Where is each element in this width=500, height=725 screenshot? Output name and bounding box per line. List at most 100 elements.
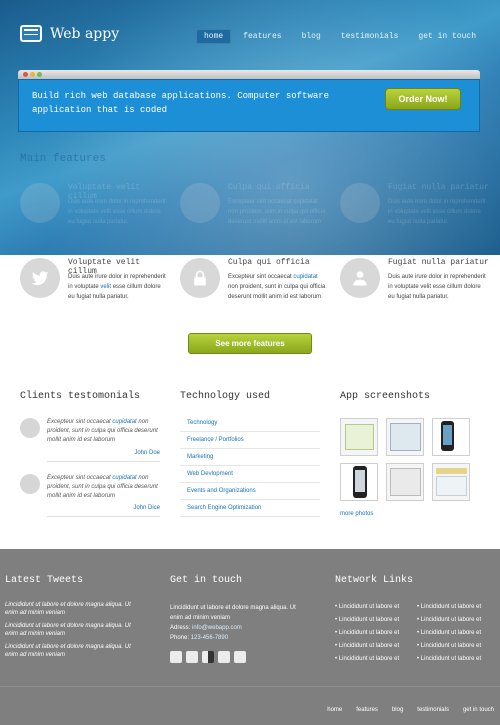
feature-ghost-title: Culpa qui officia [228,183,310,192]
quote-link[interactable]: cupidatat [112,475,136,481]
social-icon[interactable] [186,651,198,663]
technology-heading: Technology used [180,391,271,402]
window-maximize-dot [37,72,42,77]
footer-nav-home[interactable]: home [327,707,342,713]
screenshot-thumbnail[interactable] [340,418,378,456]
tweet: Lincididunt ut labore et dolore magna al… [5,602,131,616]
screenshot-thumbnail[interactable] [340,463,378,501]
feature-ghost-text: Duis aute irure dolor in reprehenderit i… [388,199,486,225]
footer-divider [0,686,500,687]
divider [47,461,160,462]
feature-ghost-title: Fugiat nulla pariatur [388,183,489,192]
banner-text: Build rich web database applications. Co… [32,91,330,115]
nav-home[interactable]: home [195,29,232,44]
twitter-icon[interactable] [234,651,246,663]
logo[interactable]: Web appy [20,25,119,42]
nav-get-in-touch[interactable]: get in touch [410,29,484,44]
get-in-touch-heading: Get in touch [170,575,243,586]
email-link[interactable]: info@webapp.com [192,625,242,631]
tech-link[interactable]: Marketing [180,449,320,466]
network-link[interactable]: Lincididunt ut labore et [335,602,417,612]
contact-info: Lincididunt ut labore et dolore magna al… [170,603,310,643]
quote-link[interactable]: cupidatat [112,419,136,425]
footer-nav-get-in-touch[interactable]: get in touch [463,707,494,713]
feature-ghost-text: Duis aute irure dolor in reprehenderit i… [68,199,166,225]
screenshots-heading: App screenshots [340,391,431,402]
see-more-features-button[interactable]: See more features [188,333,312,354]
contact-text: Lincididunt ut labore et dolore magna al… [170,605,296,621]
feature-title: Culpa qui officia [228,258,310,267]
rss-icon[interactable] [170,651,182,663]
main-features-heading: Main features [20,153,106,165]
testimonial-item: Excepteur sint occaecat cupidatat non pr… [20,474,160,520]
feature-card-3: Fugiat nulla pariatur Duis aute irure do… [340,258,490,318]
network-link[interactable]: Lincididunt ut labore et [417,654,495,664]
testimonial-author[interactable]: John Doe [134,450,160,456]
logo-text: Web appy [50,25,120,42]
social-icons [170,651,246,663]
network-link[interactable]: Lincididunt ut labore et [417,615,495,625]
feature-text: Excepteur sint occaecat cupidatat non pr… [228,274,326,300]
nav-features[interactable]: features [235,29,289,44]
screenshot-thumbnail[interactable] [432,463,470,501]
feature-text: Duis aute irure dolor in reprehenderit i… [68,274,166,300]
hero-section: Web appy home features blog testimonials… [0,0,500,255]
more-photos-link[interactable]: more photos [340,511,373,517]
nav-testimonials[interactable]: testimonials [333,29,407,44]
footer-nav: home features blog testimonials get in t… [327,707,494,713]
feature-card-2: Culpa qui officia Excepteur sint occaeca… [180,258,330,318]
network-link[interactable]: Lincididunt ut labore et [335,641,417,651]
delicious-icon[interactable] [202,651,214,663]
twitter-bird-icon [20,258,60,298]
order-now-button[interactable]: Order Now! [385,88,461,110]
latest-tweets-heading: Latest Tweets [5,575,84,586]
tech-link[interactable]: Search Engine Optimization [180,500,320,517]
top-nav: home features blog testimonials get in t… [195,29,484,44]
dribbble-icon[interactable] [218,651,230,663]
tweet: Lincididunt ut labore et dolore magna al… [5,623,131,637]
tech-link[interactable]: Events and Organizations [180,483,320,500]
screenshot-thumbnail[interactable] [432,418,470,456]
screenshot-thumbnail[interactable] [386,418,424,456]
network-link[interactable]: Lincididunt ut labore et [417,641,495,651]
avatar [20,418,40,438]
tech-link[interactable]: Web Devlopment [180,466,320,483]
contact-phone: Phone: 123-456-7890 [170,635,229,641]
footer-nav-testimonials[interactable]: testimonials [417,707,449,713]
testimonial-item: Excepteur sint occaecat cupidatat non pr… [20,418,160,464]
testimonial-author[interactable]: John Dice [133,505,160,511]
network-link[interactable]: Lincididunt ut labore et [335,628,417,638]
video-camera-icon [180,183,220,223]
footer-nav-blog[interactable]: blog [392,707,403,713]
feature-title: Fugiat nulla pariatur [388,258,489,267]
network-link[interactable]: Lincididunt ut labore et [417,602,495,612]
tweet: Lincididunt ut labore et dolore magna al… [5,644,131,658]
window-close-dot [23,72,28,77]
network-links: Lincididunt ut labore et Lincididunt ut … [335,602,495,664]
nav-blog[interactable]: blog [294,29,329,44]
testimonial-quote: Excepteur sint occaecat cupidatat non pr… [47,475,158,499]
window-minimize-dot [30,72,35,77]
banner-body: Build rich web database applications. Co… [18,79,480,132]
avatar [20,474,40,494]
network-link[interactable]: Lincididunt ut labore et [335,615,417,625]
promo-banner: Build rich web database applications. Co… [18,70,480,132]
feature-ghost-text: Excepteur sint occaecat cupidatat non pr… [228,199,326,225]
footer: Latest Tweets Lincididunt ut labore et d… [0,549,500,725]
network-links-heading: Network Links [335,575,414,586]
window-title-bar [18,70,480,79]
screenshot-thumbnail[interactable] [386,463,424,501]
tech-link[interactable]: Freelance / Portfolios [180,432,320,449]
lock-icon [180,258,220,298]
contact-adress: Adress: info@webapp.com [170,625,242,631]
footer-nav-features[interactable]: features [356,707,378,713]
app-window-icon [20,25,42,42]
tech-link[interactable]: Technology [180,415,320,432]
documents-icon [340,183,380,223]
network-link[interactable]: Lincididunt ut labore et [335,654,417,664]
feature-inline-link[interactable]: cupidatat [293,274,317,280]
network-link[interactable]: Lincididunt ut labore et [417,628,495,638]
feature-inline-link[interactable]: velit [100,284,111,290]
testimonials-heading: Clients testomonials [20,391,141,402]
user-icon [340,258,380,298]
